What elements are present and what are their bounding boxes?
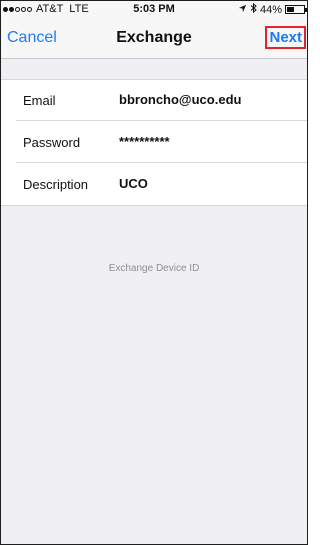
battery-icon (285, 5, 307, 14)
description-field[interactable]: UCO (119, 176, 148, 191)
exchange-device-id: Exchange Device ID (108, 263, 200, 274)
battery-cap (305, 8, 307, 12)
description-label: Description (23, 177, 89, 192)
account-form: Email bbroncho@uco.edu Password ********… (1, 79, 307, 206)
phone-screen: AT&T LTE 5:03 PM 44% Cancel Exchange Nex… (0, 0, 308, 545)
status-bar: AT&T LTE 5:03 PM 44% (1, 1, 307, 18)
password-row[interactable]: Password ********** (1, 122, 307, 163)
description-row[interactable]: Description UCO (1, 164, 307, 205)
email-label: Email (23, 93, 56, 108)
row-divider (16, 162, 307, 163)
battery-percent: 44% (259, 3, 282, 16)
password-label: Password (23, 135, 81, 150)
email-row[interactable]: Email bbroncho@uco.edu (1, 80, 307, 121)
next-button[interactable]: Next (265, 26, 306, 49)
row-divider (16, 120, 307, 121)
bluetooth-icon (250, 2, 257, 16)
page-title: Exchange (116, 29, 192, 46)
status-right: 44% (238, 2, 307, 16)
password-field[interactable]: ********** (119, 134, 170, 149)
navigation-bar: Cancel Exchange Next (1, 18, 307, 59)
email-field[interactable]: bbroncho@uco.edu (119, 92, 241, 107)
battery-fill (287, 7, 294, 12)
location-arrow-icon (238, 4, 247, 16)
